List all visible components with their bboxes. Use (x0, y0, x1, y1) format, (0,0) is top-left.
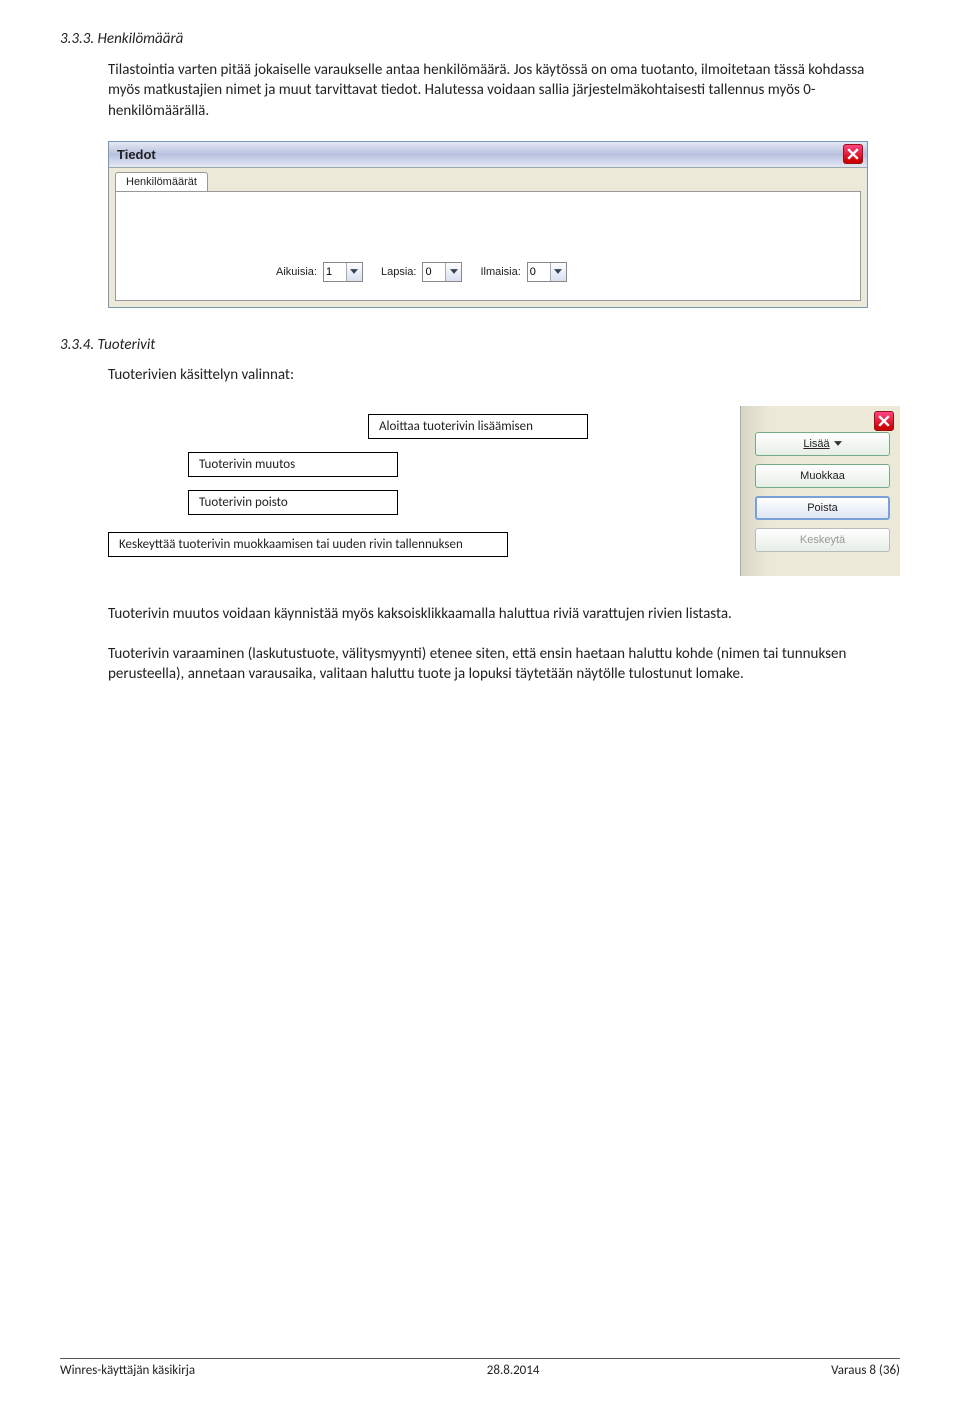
chevron-down-icon[interactable] (445, 263, 461, 281)
cancel-button: Keskeytä (755, 528, 890, 552)
close-icon[interactable] (874, 411, 894, 431)
section-334-para2: Tuoterivin varaaminen (laskutustuote, vä… (108, 644, 878, 685)
footer-left: Winres-käyttäjän käsikirja (60, 1363, 195, 1378)
section-334-para1: Tuoterivin muutos voidaan käynnistää myö… (108, 604, 878, 624)
field-lapsia: Lapsia: (381, 262, 462, 282)
lapsia-stepper[interactable] (422, 262, 462, 282)
chevron-down-icon[interactable] (550, 263, 566, 281)
footer-right: Varaus 8 (36) (831, 1363, 900, 1378)
label-add: Aloittaa tuoterivin lisäämisen (368, 414, 588, 439)
section-334-title: 3.3.4. Tuoterivit (60, 336, 900, 354)
add-button[interactable]: Lisää (755, 432, 890, 456)
lapsia-input[interactable] (423, 263, 445, 281)
cancel-button-label: Keskeytä (800, 534, 845, 546)
edit-button[interactable]: Muokkaa (755, 464, 890, 488)
field-aikuisia: Aikuisia: (276, 262, 363, 282)
label-delete: Tuoterivin poisto (188, 490, 398, 515)
tiedot-title: Tiedot (117, 147, 156, 162)
ilmaisia-input[interactable] (528, 263, 550, 281)
page-footer: Winres-käyttäjän käsikirja 28.8.2014 Var… (60, 1358, 900, 1378)
section-333-title: 3.3.3. Henkilömäärä (60, 30, 900, 48)
edit-button-label: Muokkaa (800, 470, 845, 482)
label-cancel: Keskeyttää tuoterivin muokkaamisen tai u… (108, 532, 508, 557)
section-334-intro: Tuoterivien käsittelyn valinnat: (108, 366, 900, 384)
footer-center: 28.8.2014 (487, 1363, 540, 1378)
delete-button[interactable]: Poista (755, 496, 890, 520)
tuoterivit-container: Aloittaa tuoterivin lisäämisen Tuoterivi… (108, 406, 900, 576)
tab-strip: Henkilömäärät (109, 168, 867, 191)
fields-row: Aikuisia: Lapsia: Ilmaisia: (276, 262, 567, 282)
label-ilmaisia: Ilmaisia: (480, 266, 520, 278)
chevron-down-icon (834, 441, 842, 446)
section-333-text: Tilastointia varten pitää jokaiselle var… (108, 60, 878, 121)
tiedot-titlebar: Tiedot (109, 142, 867, 168)
tab-henkilomaarat[interactable]: Henkilömäärät (115, 172, 208, 191)
label-aikuisia: Aikuisia: (276, 266, 317, 278)
ilmaisia-stepper[interactable] (527, 262, 567, 282)
aikuisia-stepper[interactable] (323, 262, 363, 282)
button-panel: Lisää Muokkaa Poista Keskeytä (740, 406, 900, 576)
field-ilmaisia: Ilmaisia: (480, 262, 566, 282)
label-edit: Tuoterivin muutos (188, 452, 398, 477)
delete-button-label: Poista (807, 502, 838, 514)
add-button-label: Lisää (803, 438, 829, 450)
chevron-down-icon[interactable] (346, 263, 362, 281)
label-boxes: Aloittaa tuoterivin lisäämisen Tuoterivi… (108, 406, 740, 576)
label-lapsia: Lapsia: (381, 266, 416, 278)
aikuisia-input[interactable] (324, 263, 346, 281)
close-icon[interactable] (843, 144, 863, 164)
tiedot-window: Tiedot Henkilömäärät Aikuisia: Lapsia: (108, 141, 868, 308)
tab-panel: Aikuisia: Lapsia: Ilmaisia: (115, 191, 861, 301)
